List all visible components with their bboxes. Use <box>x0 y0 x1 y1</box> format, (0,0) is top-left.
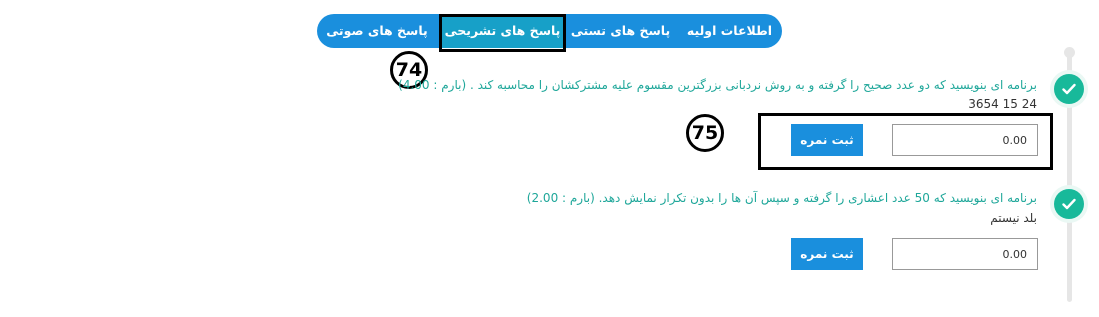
tab-basic-info[interactable]: اطلاعات اولیه <box>677 14 782 48</box>
tab-audio-answers[interactable]: پاسخ های صوتی <box>317 14 437 48</box>
annotation-mark-75: 75 <box>686 114 724 152</box>
tab-bar: پاسخ های صوتی پاسخ های تشریحی پاسخ های ت… <box>317 14 782 48</box>
check-icon <box>1054 74 1084 104</box>
student-answer: بلد نیستم <box>990 211 1037 225</box>
tab-descriptive-answers[interactable]: پاسخ های تشریحی <box>439 14 566 48</box>
question-text: برنامه ای بنویسید که 50 عدد اعشاری را گر… <box>526 191 1037 205</box>
timeline-cap <box>1064 47 1075 58</box>
submit-score-button[interactable]: ثبت نمره <box>791 238 863 270</box>
check-icon <box>1054 189 1084 219</box>
student-answer: 3654 15 24 <box>968 97 1037 111</box>
score-input[interactable] <box>892 124 1038 156</box>
question-text: برنامه ای بنویسید که دو عدد صحیح را گرفت… <box>398 78 1037 92</box>
submit-score-button[interactable]: ثبت نمره <box>791 124 863 156</box>
tab-test-answers[interactable]: پاسخ های تستی <box>568 14 673 48</box>
score-input[interactable] <box>892 238 1038 270</box>
